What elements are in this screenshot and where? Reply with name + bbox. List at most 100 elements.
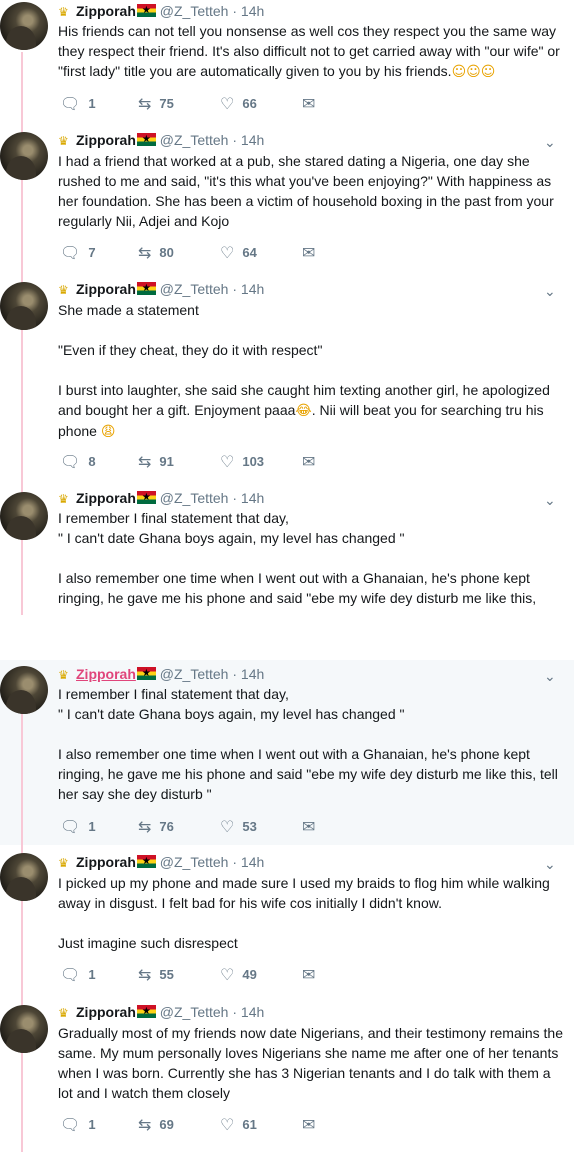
- tweet-header: ♛ Zipporah @Z_Tetteh · 14h: [58, 1003, 264, 1022]
- author-name[interactable]: Zipporah: [76, 281, 136, 297]
- author-name[interactable]: Zipporah: [76, 490, 136, 506]
- author-handle[interactable]: @Z_Tetteh: [160, 490, 229, 506]
- tweet-text: His friends can not tell you nonsense as…: [58, 21, 564, 82]
- like-button[interactable]: ♡ 66: [220, 94, 257, 113]
- direct-message-button[interactable]: ✉: [302, 1115, 323, 1134]
- retweet-button[interactable]: ⇆ 91: [138, 452, 174, 471]
- envelope-icon: ✉: [302, 817, 316, 836]
- chevron-down-icon[interactable]: ⌄: [544, 283, 556, 300]
- avatar[interactable]: [0, 282, 48, 330]
- avatar[interactable]: [0, 666, 48, 714]
- timestamp[interactable]: 14h: [241, 132, 264, 148]
- timestamp[interactable]: 14h: [241, 281, 264, 297]
- author-name[interactable]: Zipporah: [76, 854, 136, 870]
- heart-icon: ♡: [220, 965, 235, 984]
- direct-message-button[interactable]: ✉: [302, 243, 323, 262]
- like-button[interactable]: ♡ 103: [220, 452, 264, 471]
- like-button[interactable]: ♡ 61: [220, 1115, 257, 1134]
- timestamp[interactable]: 14h: [241, 3, 264, 19]
- separator-dot: ·: [232, 1004, 238, 1020]
- tweet[interactable]: ♛ Zipporah @Z_Tetteh · 14h ⌄ I picked up …: [0, 845, 574, 995]
- retweet-button[interactable]: ⇆ 76: [138, 817, 174, 836]
- retweet-icon: ⇆: [138, 452, 152, 471]
- tweet-text: Gradually most of my friends now date Ni…: [58, 1025, 564, 1101]
- like-button[interactable]: ♡ 64: [220, 243, 257, 262]
- tweet-highlighted[interactable]: ♛ Zipporah @Z_Tetteh · 14h ⌄ I remember I…: [0, 660, 574, 845]
- envelope-icon: ✉: [302, 243, 316, 262]
- avatar[interactable]: [0, 1005, 48, 1053]
- author-handle[interactable]: @Z_Tetteh: [160, 854, 229, 870]
- author-handle[interactable]: @Z_Tetteh: [160, 3, 229, 19]
- crown-icon: ♛: [58, 283, 69, 297]
- ghana-flag-icon: [136, 280, 156, 298]
- avatar[interactable]: [0, 132, 48, 180]
- reply-icon: 🗨: [60, 817, 81, 836]
- tweet[interactable]: ♛ Zipporah @Z_Tetteh · 14h His friends ca…: [0, 0, 574, 120]
- retweet-count: 80: [159, 245, 174, 260]
- retweet-button[interactable]: ⇆ 55: [138, 965, 174, 984]
- timestamp[interactable]: 14h: [241, 666, 264, 682]
- like-button[interactable]: ♡ 49: [220, 965, 257, 984]
- retweet-button[interactable]: ⇆ 80: [138, 243, 174, 262]
- reply-button[interactable]: 🗨 1: [60, 965, 96, 984]
- chevron-down-icon[interactable]: ⌄: [544, 856, 556, 873]
- chevron-down-icon[interactable]: ⌄: [544, 668, 556, 685]
- retweet-button[interactable]: ⇆ 75: [138, 94, 174, 113]
- reply-icon: 🗨: [60, 1115, 81, 1134]
- like-count: 103: [242, 454, 265, 469]
- like-count: 64: [242, 245, 257, 260]
- tweet-header: ♛ Zipporah @Z_Tetteh · 14h: [58, 2, 264, 21]
- separator-dot: ·: [232, 3, 238, 19]
- reply-button[interactable]: 🗨 1: [60, 94, 96, 113]
- reply-button[interactable]: 🗨 8: [60, 452, 96, 471]
- reply-count: 7: [88, 245, 96, 260]
- laughing-emoji: 😂: [295, 403, 312, 419]
- avatar[interactable]: [0, 2, 48, 50]
- chevron-down-icon[interactable]: ⌄: [544, 134, 556, 151]
- retweet-button[interactable]: ⇆ 69: [138, 1115, 174, 1134]
- smile-emoji: ☺☺☺: [451, 64, 496, 80]
- envelope-icon: ✉: [302, 452, 316, 471]
- ghana-flag-icon: [136, 2, 156, 20]
- envelope-icon: ✉: [302, 1115, 316, 1134]
- author-handle[interactable]: @Z_Tetteh: [160, 1004, 229, 1020]
- like-count: 66: [242, 96, 257, 111]
- tweet[interactable]: ♛ Zipporah @Z_Tetteh · 14h ⌄ I remember I…: [0, 485, 574, 625]
- reply-button[interactable]: 🗨 1: [60, 817, 96, 836]
- reply-count: 1: [88, 967, 96, 982]
- tweet[interactable]: ♛ Zipporah @Z_Tetteh · 14h ⌄ She made a s…: [0, 270, 574, 485]
- timestamp[interactable]: 14h: [241, 490, 264, 506]
- author-name[interactable]: Zipporah: [76, 1004, 136, 1020]
- retweet-icon: ⇆: [138, 243, 152, 262]
- author-handle[interactable]: @Z_Tetteh: [160, 281, 229, 297]
- reply-count: 1: [88, 819, 96, 834]
- heart-icon: ♡: [220, 1115, 235, 1134]
- avatar[interactable]: [0, 853, 48, 901]
- direct-message-button[interactable]: ✉: [302, 817, 323, 836]
- retweet-icon: ⇆: [138, 965, 152, 984]
- timestamp[interactable]: 14h: [241, 854, 264, 870]
- chevron-down-icon[interactable]: ⌄: [544, 492, 556, 509]
- reply-count: 1: [88, 1117, 96, 1132]
- thread-line: [21, 712, 23, 845]
- direct-message-button[interactable]: ✉: [302, 94, 323, 113]
- like-button[interactable]: ♡ 53: [220, 817, 257, 836]
- author-name[interactable]: Zipporah: [76, 3, 136, 19]
- author-handle[interactable]: @Z_Tetteh: [160, 666, 229, 682]
- separator-dot: ·: [232, 666, 238, 682]
- author-name[interactable]: Zipporah: [76, 666, 136, 682]
- direct-message-button[interactable]: ✉: [302, 965, 323, 984]
- reply-button[interactable]: 🗨 1: [60, 1115, 96, 1134]
- author-handle[interactable]: @Z_Tetteh: [160, 132, 229, 148]
- retweet-count: 76: [159, 819, 174, 834]
- author-name[interactable]: Zipporah: [76, 132, 136, 148]
- direct-message-button[interactable]: ✉: [302, 452, 323, 471]
- tweet[interactable]: ♛ Zipporah @Z_Tetteh · 14h ⌄ I had a frie…: [0, 120, 574, 270]
- reply-button[interactable]: 🗨 7: [60, 243, 96, 262]
- crown-icon: ♛: [58, 1006, 69, 1020]
- reply-count: 8: [88, 454, 96, 469]
- tweet[interactable]: ♛ Zipporah @Z_Tetteh · 14h Gradually most…: [0, 995, 574, 1152]
- avatar[interactable]: [0, 492, 48, 540]
- timestamp[interactable]: 14h: [241, 1004, 264, 1020]
- like-count: 53: [242, 819, 257, 834]
